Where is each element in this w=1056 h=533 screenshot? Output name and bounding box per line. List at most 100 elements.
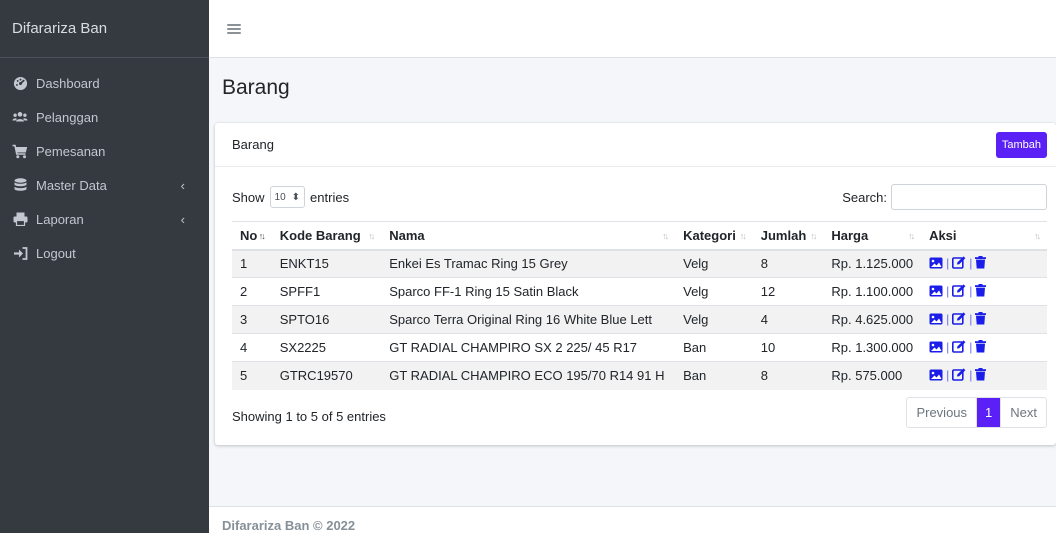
- chevron-left-icon: ‹: [180, 211, 185, 227]
- sidebar-item-logout[interactable]: Logout: [0, 236, 209, 270]
- image-icon[interactable]: [929, 341, 943, 353]
- table-row: 5 GTRC19570 GT RADIAL CHAMPIRO ECO 195/70 …: [232, 361, 1047, 390]
- search-label: Search:: [842, 189, 887, 205]
- search-input[interactable]: [891, 184, 1047, 210]
- cell-kode: SPTO16: [271, 305, 382, 334]
- cell-aksi: | |: [921, 305, 1047, 334]
- cell-jumlah: 8: [752, 361, 824, 390]
- page-footer: Difarariza Ban © 2022: [209, 506, 1056, 533]
- sort-icon: ↑↓: [1034, 231, 1041, 241]
- cell-jumlah: 10: [752, 333, 824, 362]
- image-icon[interactable]: [929, 285, 943, 297]
- edit-icon[interactable]: [952, 256, 966, 270]
- sort-icon: ↑↓: [368, 231, 375, 241]
- action-separator: |: [969, 339, 973, 354]
- cell-no: 3: [232, 305, 272, 334]
- column-header-kategori[interactable]: Kategori ↑↓: [675, 221, 753, 251]
- column-header-no[interactable]: No ↑↓: [232, 221, 272, 251]
- cell-kode: SX2225: [271, 333, 382, 362]
- trash-icon[interactable]: [975, 340, 987, 353]
- page-1-button[interactable]: 1: [977, 398, 1001, 427]
- action-separator: |: [969, 283, 973, 298]
- show-label: Show: [232, 189, 265, 205]
- users-icon: [12, 109, 28, 125]
- sidebar: Difarariza Ban Dashboard Pelanggan Pemes…: [0, 0, 209, 533]
- column-header-kode-barang[interactable]: Kode Barang ↑↓: [271, 221, 382, 251]
- cell-no: 5: [232, 361, 272, 390]
- row-actions: | |: [929, 283, 987, 298]
- cell-no: 1: [232, 249, 272, 278]
- edit-icon[interactable]: [952, 340, 966, 353]
- cell-kategori: Ban: [675, 361, 753, 390]
- sidebar-item-label: Logout: [36, 245, 76, 261]
- action-separator: |: [946, 367, 950, 382]
- column-header-jumlah[interactable]: Jumlah ↑↓: [752, 221, 824, 251]
- chevron-left-icon: ‹: [180, 177, 185, 193]
- table-row: 1 ENKT15 Enkei Es Tramac Ring 15 Grey Velg 8…: [232, 249, 1047, 278]
- cell-harga: Rp. 1.100.000: [823, 277, 922, 306]
- cell-jumlah: 12: [752, 277, 824, 306]
- sidebar-item-pelanggan[interactable]: Pelanggan: [0, 100, 209, 134]
- sidebar-item-dashboard[interactable]: Dashboard: [0, 66, 209, 100]
- table-row: 3 SPTO16 Sparco Terra Original Ring 16 Whi…: [232, 305, 1047, 334]
- sidebar-item-pemesanan[interactable]: Pemesanan: [0, 134, 209, 168]
- image-icon[interactable]: [929, 369, 943, 381]
- entries-label: entries: [310, 189, 350, 205]
- row-actions: | |: [929, 312, 987, 326]
- edit-icon[interactable]: [952, 284, 966, 297]
- action-separator: |: [946, 283, 950, 298]
- previous-page-button[interactable]: Previous: [907, 398, 978, 427]
- trash-icon[interactable]: [975, 284, 987, 297]
- table-header-row: No ↑↓ Kode Barang ↑↓ Nama ↑↓ Kategori ↑↓ Jum…: [232, 221, 1047, 251]
- cell-aksi: | |: [921, 277, 1047, 306]
- edit-icon[interactable]: [952, 368, 966, 382]
- trash-icon[interactable]: [975, 256, 987, 269]
- cart-icon: [12, 143, 28, 159]
- page-length: Show 10 ⬍ entries: [232, 186, 349, 208]
- sidebar-item-label: Master Data: [36, 177, 107, 193]
- pagination: Previous 1 Next: [906, 397, 1047, 428]
- sign-out-icon: [12, 245, 28, 261]
- cell-kategori: Velg: [675, 277, 753, 306]
- database-icon: [12, 177, 28, 193]
- print-icon: [12, 211, 28, 227]
- brand-name[interactable]: Difarariza Ban: [0, 0, 209, 58]
- cell-harga: Rp. 4.625.000: [823, 305, 922, 334]
- column-header-aksi[interactable]: Aksi ↑↓: [921, 221, 1047, 251]
- page-title: Barang: [222, 76, 290, 99]
- sidebar-item-laporan[interactable]: Laporan ‹: [0, 202, 209, 236]
- edit-icon[interactable]: [952, 312, 966, 325]
- cell-harga: Rp. 1.125.000: [823, 249, 922, 278]
- page-size-value: 10: [274, 191, 286, 203]
- barang-table: No ↑↓ Kode Barang ↑↓ Nama ↑↓ Kategori ↑↓ Jum…: [232, 221, 1047, 390]
- sidebar-item-master-data[interactable]: Master Data ‹: [0, 168, 209, 202]
- top-navbar: [209, 0, 1056, 58]
- cell-kode: SPFF1: [271, 277, 382, 306]
- card-title: Barang: [232, 137, 274, 152]
- tachometer-icon: [12, 75, 28, 91]
- cell-kategori: Velg: [675, 249, 753, 278]
- image-icon[interactable]: [929, 313, 943, 325]
- column-header-harga[interactable]: Harga ↑↓: [823, 221, 922, 251]
- sort-icon: ↑↓: [662, 231, 669, 241]
- cell-nama: Sparco Terra Original Ring 16 White Blue…: [381, 305, 676, 334]
- cell-harga: Rp. 1.300.000: [823, 333, 922, 362]
- next-page-button[interactable]: Next: [1000, 398, 1046, 427]
- sort-asc-icon: ↑↓: [258, 231, 266, 241]
- row-actions: | |: [929, 255, 987, 270]
- cell-aksi: | |: [921, 249, 1047, 278]
- trash-icon[interactable]: [975, 312, 987, 325]
- menu-toggle-icon[interactable]: [227, 23, 241, 34]
- image-icon[interactable]: [929, 257, 943, 269]
- card-header: Barang Tambah: [215, 123, 1056, 167]
- cell-kategori: Ban: [675, 333, 753, 362]
- cell-aksi: | |: [921, 333, 1047, 362]
- trash-icon[interactable]: [975, 368, 987, 381]
- cell-no: 2: [232, 277, 272, 306]
- column-header-nama[interactable]: Nama ↑↓: [381, 221, 676, 251]
- action-separator: |: [969, 255, 973, 270]
- action-separator: |: [946, 339, 950, 354]
- cell-aksi: | |: [921, 361, 1047, 390]
- page-size-select[interactable]: 10 ⬍: [269, 186, 306, 208]
- add-barang-button[interactable]: Tambah: [995, 131, 1047, 158]
